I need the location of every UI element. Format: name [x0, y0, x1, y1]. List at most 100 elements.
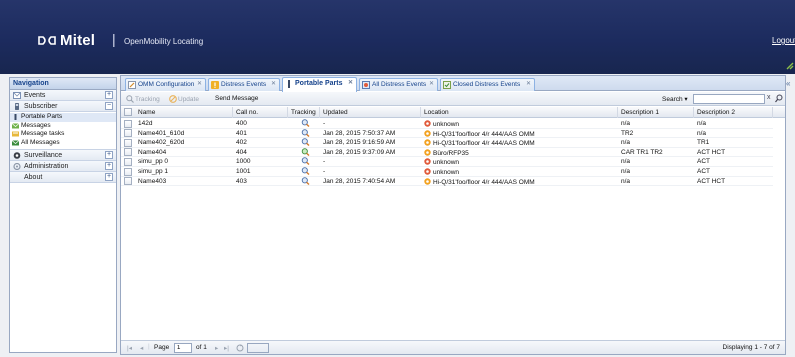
- tracking-icon[interactable]: [301, 176, 310, 185]
- tab-distress-events[interactable]: Distress Events ✕: [208, 78, 280, 91]
- tracking-icon[interactable]: [301, 119, 310, 127]
- column-header-location[interactable]: Location: [421, 107, 618, 118]
- cell-description-2: TR1: [697, 139, 710, 147]
- tab-omm-configuration[interactable]: OMM Configuration ✕: [125, 78, 206, 91]
- search-input[interactable]: [693, 94, 765, 104]
- nav-section-label: Administration: [24, 163, 69, 170]
- close-icon[interactable]: ✕: [271, 80, 276, 87]
- page-number-input[interactable]: [174, 343, 192, 353]
- table-row[interactable]: Name402_620d 402 Jan 28, 2015 9:16:59 AM Hi…: [121, 138, 773, 148]
- cell-call-no: 401: [236, 129, 247, 137]
- nav-section-events[interactable]: Events +: [10, 90, 116, 101]
- nav-section-surveillance[interactable]: Surveillance +: [10, 150, 116, 161]
- expand-toggle[interactable]: +: [105, 173, 113, 181]
- cell-name: Name403: [138, 177, 167, 185]
- displaying-count: Displaying 1 - 7 of 7: [722, 344, 780, 351]
- row-checkbox[interactable]: [124, 177, 132, 186]
- row-checkbox[interactable]: [124, 157, 132, 166]
- table-row[interactable]: Name404 404 Jan 28, 2015 9:37:09 AM Büro/RF…: [121, 148, 773, 158]
- row-checkbox[interactable]: [124, 119, 132, 128]
- navigation-title: Navigation: [10, 78, 116, 90]
- table-row[interactable]: simu_pp 1 1001 - unknown n/a ACT: [121, 167, 773, 177]
- cell-description-1: CAR TR1 TR2: [621, 148, 663, 156]
- expand-toggle[interactable]: +: [105, 162, 113, 170]
- cell-description-2: ACT HCT: [697, 148, 726, 156]
- location-text: Hi-Q/31'foo/floor 4/r 444/AAS OMM: [433, 178, 535, 186]
- search-menu-button[interactable]: Search ▾: [662, 95, 688, 103]
- cell-updated: -: [323, 158, 326, 166]
- close-icon[interactable]: ✕: [429, 80, 434, 87]
- tracking-icon[interactable]: [301, 138, 310, 147]
- refresh-icon[interactable]: [236, 344, 244, 352]
- close-icon[interactable]: ✕: [197, 80, 202, 87]
- phone-icon: [15, 103, 19, 110]
- nav-item-label: All Messages: [21, 138, 60, 146]
- table-row[interactable]: simu_pp 0 1000 - unknown n/a ACT: [121, 157, 773, 167]
- table-row[interactable]: 142d 400 - unknown n/a n/a: [121, 119, 773, 129]
- page-size-input[interactable]: [247, 343, 269, 353]
- unknown-location-icon: [424, 168, 431, 175]
- cell-call-no: 404: [236, 148, 247, 156]
- column-header-updated[interactable]: Updated: [320, 107, 421, 118]
- collapse-panel-icon[interactable]: «: [786, 79, 790, 88]
- prev-page-button[interactable]: ◂: [140, 344, 143, 352]
- row-checkbox[interactable]: [124, 167, 132, 176]
- column-header-tracking[interactable]: Tracking: [288, 107, 320, 118]
- cell-location: unknown: [424, 120, 616, 128]
- nav-section-administration[interactable]: Administration +: [10, 161, 116, 172]
- expand-toggle[interactable]: +: [105, 91, 113, 99]
- task-icon: [12, 131, 19, 137]
- cell-description-1: n/a: [621, 158, 631, 166]
- tab-all-distress-events[interactable]: All Distress Events ✕: [359, 78, 438, 91]
- main-panel: OMM Configuration ✕ Distress Events ✕ Po…: [120, 75, 786, 355]
- first-page-button[interactable]: |◂: [127, 344, 132, 352]
- row-checkbox[interactable]: [124, 138, 132, 147]
- send-message-button[interactable]: Send Message: [215, 95, 258, 102]
- close-icon[interactable]: ✕: [348, 79, 353, 86]
- nav-section-about[interactable]: About +: [10, 172, 116, 183]
- app-header: Mitel | OpenMobility Locating Logout: [0, 0, 795, 74]
- row-checkbox[interactable]: [124, 129, 132, 138]
- tab-closed-distress-events[interactable]: Closed Distress Events ✕: [440, 78, 535, 91]
- cell-call-no: 1001: [236, 168, 251, 175]
- resize-grip-icon[interactable]: [786, 62, 795, 70]
- column-header-name[interactable]: Name: [135, 107, 233, 118]
- table-row[interactable]: Name401_610d 401 Jan 28, 2015 7:50:37 AM Hi…: [121, 128, 773, 139]
- nav-item-all-messages[interactable]: All Messages: [10, 139, 116, 148]
- tab-label: Distress Events: [221, 81, 267, 88]
- next-page-button[interactable]: ▸: [215, 344, 218, 352]
- location-pin-icon: [424, 139, 431, 146]
- column-header-call-no[interactable]: Call no.: [233, 107, 288, 118]
- tab-portable-parts[interactable]: Portable Parts ✕: [282, 77, 357, 92]
- brand-name: Mitel: [60, 31, 96, 49]
- table-row[interactable]: Name403 403 Jan 28, 2015 7:40:54 AM Hi-Q/31…: [121, 176, 773, 187]
- collapse-toggle[interactable]: −: [105, 102, 113, 110]
- column-header-description-1[interactable]: Description 1: [618, 107, 694, 118]
- last-page-button[interactable]: ▸|: [224, 344, 229, 352]
- tracking-icon[interactable]: [301, 128, 310, 137]
- nav-item-message-tasks[interactable]: Message tasks: [10, 130, 116, 139]
- update-button[interactable]: Update: [169, 95, 199, 103]
- logout-link[interactable]: Logout: [772, 36, 795, 45]
- tracking-icon[interactable]: [301, 167, 310, 175]
- expand-toggle[interactable]: +: [105, 151, 113, 159]
- cell-updated: Jan 28, 2015 7:40:54 AM: [323, 177, 396, 185]
- nav-item-messages[interactable]: Messages: [10, 122, 116, 131]
- clear-search-button[interactable]: x: [767, 94, 771, 101]
- nav-section-subscriber[interactable]: Subscriber −: [10, 101, 116, 112]
- nav-item-portable-parts[interactable]: Portable Parts: [10, 113, 116, 122]
- location-text: unknown: [433, 169, 460, 176]
- close-icon[interactable]: ✕: [526, 80, 531, 87]
- nav-item-label: Portable Parts: [21, 113, 63, 120]
- cell-description-1: n/a: [621, 168, 631, 175]
- tracking-icon[interactable]: [301, 157, 310, 166]
- cell-name: Name402_620d: [138, 139, 185, 147]
- column-header-description-2[interactable]: Description 2: [694, 107, 773, 118]
- cell-description-1: n/a: [621, 177, 631, 185]
- select-all-checkbox[interactable]: [124, 108, 132, 116]
- tracking-button[interactable]: Tracking: [126, 95, 160, 103]
- navigation-panel: Navigation Events + Subscriber − Portabl…: [9, 77, 117, 353]
- search-icon[interactable]: [775, 94, 783, 103]
- row-checkbox[interactable]: [124, 148, 132, 157]
- tracking-active-icon[interactable]: [301, 148, 310, 156]
